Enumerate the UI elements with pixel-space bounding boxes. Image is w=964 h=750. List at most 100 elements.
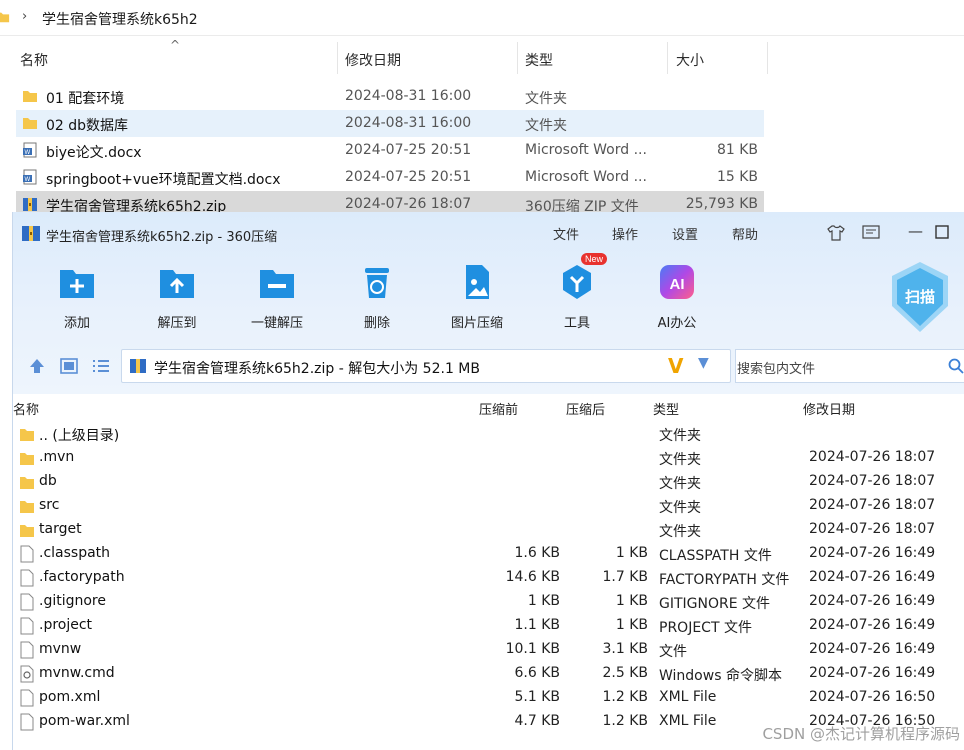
entry-date: 2024-07-26 16:49 <box>809 665 936 681</box>
entry-name: .factorypath <box>39 569 125 585</box>
size-before: 6.6 KB <box>514 665 561 681</box>
search-icon[interactable] <box>948 358 964 374</box>
extract-to-icon <box>160 270 194 298</box>
column-header-before[interactable]: 压缩前 <box>479 399 518 418</box>
column-header-row: ^ 名称 修改日期 类型 大小 <box>0 38 770 74</box>
thumbnail-view-icon[interactable] <box>59 356 79 376</box>
folder-icon <box>20 501 34 513</box>
size-before: 10.1 KB <box>505 641 560 657</box>
column-header-date[interactable]: 修改日期 <box>345 50 401 70</box>
address-bar[interactable]: › 学生宿舍管理系统k65h2 <box>0 0 964 36</box>
file-row[interactable]: W springboot+vue环境配置文档.docx 2024-07-25 2… <box>16 164 764 191</box>
entry-date: 2024-07-26 16:49 <box>809 593 936 609</box>
archive-row[interactable]: pom.xml 5.1 KB 1.2 KB XML File 2024-07-2… <box>13 686 964 710</box>
entry-name: mvnw.cmd <box>39 665 115 681</box>
search-input[interactable]: 搜索包内文件 <box>735 349 964 383</box>
feedback-icon[interactable] <box>862 225 880 241</box>
chevron-right-icon[interactable]: › <box>22 9 27 24</box>
tools-button[interactable]: New 工具 <box>537 253 617 332</box>
toolbar-label: 工具 <box>563 316 590 331</box>
archive-row[interactable]: .factorypath 14.6 KB 1.7 KB FACTORYPATH … <box>13 566 964 590</box>
one-click-extract-button[interactable]: 一键解压 <box>237 262 317 332</box>
menu-settings[interactable]: 设置 <box>672 224 698 243</box>
file-type: Microsoft Word ... <box>525 169 647 185</box>
column-header-name[interactable]: 名称 <box>13 399 39 418</box>
image-compress-button[interactable]: 图片压缩 <box>437 262 517 332</box>
column-divider[interactable] <box>337 42 338 74</box>
divider <box>0 35 964 36</box>
column-header-after[interactable]: 压缩后 <box>566 399 605 418</box>
entry-name: target <box>39 521 82 537</box>
delete-icon <box>365 268 389 298</box>
file-row[interactable]: 02 db数据库 2024-08-31 16:00 文件夹 <box>16 110 764 137</box>
folder-icon <box>20 453 34 465</box>
path-bar[interactable]: 学生宿舍管理系统k65h2.zip - 解包大小为 52.1 MB V ▼ <box>121 349 731 383</box>
entry-type: XML File <box>659 713 717 729</box>
archive-row[interactable]: .project 1.1 KB 1 KB PROJECT 文件 2024-07-… <box>13 614 964 638</box>
column-header-type[interactable]: 类型 <box>525 50 553 70</box>
file-icon <box>20 593 34 611</box>
entry-name: db <box>39 473 57 489</box>
navigation-bar: 学生宿舍管理系统k65h2.zip - 解包大小为 52.1 MB V ▼ 搜索… <box>13 346 964 386</box>
size-before: 4.7 KB <box>514 713 561 729</box>
file-size: 25,793 KB <box>685 196 758 212</box>
column-divider[interactable] <box>667 42 668 74</box>
folder-icon <box>20 525 34 537</box>
entry-date: 2024-07-26 16:49 <box>809 617 936 633</box>
entry-type: 文件夹 <box>659 452 701 468</box>
entry-name: pom-war.xml <box>39 713 130 729</box>
archive-row[interactable]: mvnw 10.1 KB 3.1 KB 文件 2024-07-26 16:49 <box>13 638 964 662</box>
toolbar-label: AI办公 <box>657 316 697 331</box>
toolbar-label: 添加 <box>63 316 90 331</box>
menu-file[interactable]: 文件 <box>553 224 579 243</box>
title-bar[interactable]: 学生宿舍管理系统k65h2.zip - 360压缩 文件 操作 设置 帮助 — <box>13 212 964 254</box>
column-divider[interactable] <box>767 42 768 74</box>
list-view-icon[interactable] <box>91 356 111 376</box>
file-name: 02 db数据库 <box>46 118 129 134</box>
chevron-down-icon[interactable]: ▼ <box>698 355 709 371</box>
column-header-date[interactable]: 修改日期 <box>803 399 855 418</box>
menu-operation[interactable]: 操作 <box>612 224 638 243</box>
archive-row[interactable]: db 文件夹 2024-07-26 18:07 <box>13 470 964 494</box>
file-row[interactable]: 01 配套环境 2024-08-31 16:00 文件夹 <box>16 83 764 110</box>
file-date: 2024-08-31 16:00 <box>345 88 472 104</box>
column-divider[interactable] <box>517 42 518 74</box>
column-header-size[interactable]: 大小 <box>676 50 704 70</box>
file-explorer-window: › 学生宿舍管理系统k65h2 ^ 名称 修改日期 类型 大小 01 配套环境 … <box>0 0 964 220</box>
minimize-button[interactable]: — <box>908 222 923 240</box>
up-arrow-icon[interactable] <box>27 356 47 376</box>
file-size: 81 KB <box>716 142 758 158</box>
column-header-type[interactable]: 类型 <box>653 399 679 418</box>
file-size: 15 KB <box>716 169 758 185</box>
ai-office-button[interactable]: AI AI办公 <box>637 262 717 332</box>
archive-row[interactable]: .classpath 1.6 KB 1 KB CLASSPATH 文件 2024… <box>13 542 964 566</box>
svg-text:W: W <box>25 150 31 156</box>
archive-row[interactable]: .gitignore 1 KB 1 KB GITIGNORE 文件 2024-0… <box>13 590 964 614</box>
scan-button[interactable]: 扫描 <box>889 260 951 334</box>
file-name: 01 配套环境 <box>46 91 125 107</box>
file-row[interactable]: W biye论文.docx 2024-07-25 20:51 Microsoft… <box>16 137 764 164</box>
size-before: 1.1 KB <box>514 617 561 633</box>
menu-help[interactable]: 帮助 <box>732 224 758 243</box>
maximize-button[interactable] <box>935 225 949 239</box>
file-date: 2024-07-25 20:51 <box>345 142 472 158</box>
archive-row[interactable]: .mvn 文件夹 2024-07-26 18:07 <box>13 446 964 470</box>
file-icon <box>20 545 34 563</box>
v-mark-icon[interactable]: V <box>668 354 683 378</box>
column-header-name[interactable]: 名称 <box>20 50 48 70</box>
search-placeholder: 搜索包内文件 <box>737 362 816 377</box>
archive-row[interactable]: src 文件夹 2024-07-26 18:07 <box>13 494 964 518</box>
size-before: 1.6 KB <box>514 545 561 561</box>
size-after: 1.2 KB <box>602 713 649 729</box>
archive-row[interactable]: mvnw.cmd 6.6 KB 2.5 KB Windows 命令脚本 2024… <box>13 662 964 686</box>
zip-window: 学生宿舍管理系统k65h2.zip - 360压缩 文件 操作 设置 帮助 — … <box>12 212 964 750</box>
archive-row[interactable]: .. (上级目录) 文件夹 <box>13 422 964 446</box>
delete-button[interactable]: 删除 <box>337 262 417 332</box>
add-button[interactable]: 添加 <box>37 262 117 332</box>
skin-shirt-icon[interactable] <box>827 224 845 242</box>
breadcrumb[interactable]: 学生宿舍管理系统k65h2 <box>42 9 198 29</box>
path-text: 学生宿舍管理系统k65h2.zip - 解包大小为 52.1 MB <box>154 361 480 377</box>
extract-to-button[interactable]: 解压到 <box>137 262 217 332</box>
archive-row[interactable]: target 文件夹 2024-07-26 18:07 <box>13 518 964 542</box>
entry-date: 2024-07-26 16:50 <box>809 689 936 705</box>
